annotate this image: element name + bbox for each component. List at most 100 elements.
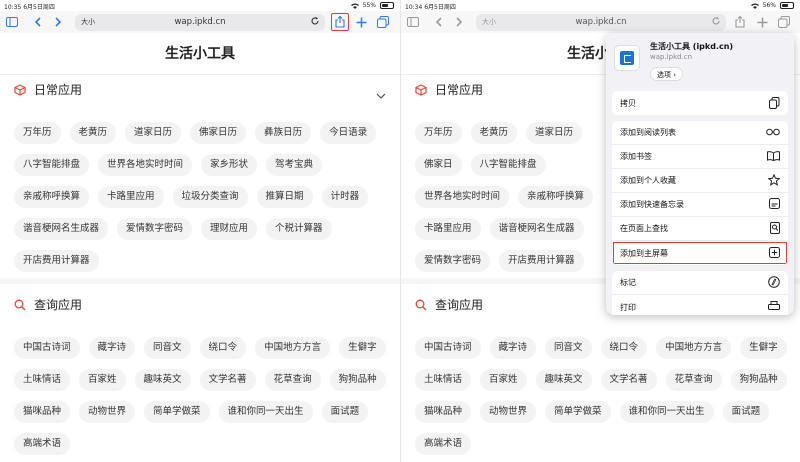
address-bar[interactable]: 大小 wap.ipkd.cn [75, 14, 325, 31]
tool-chip[interactable]: 八字智能排盘 [470, 154, 546, 176]
tool-chip[interactable]: 高端术语 [14, 433, 71, 455]
tool-chip[interactable]: 谐音梗网名生成器 [489, 218, 584, 240]
tool-chip[interactable]: 藏字诗 [489, 337, 537, 359]
tool-chip[interactable]: 趣味英文 [134, 369, 191, 391]
options-button[interactable]: 选项 › [650, 67, 684, 81]
tool-chip[interactable]: 爱情数字密码 [415, 250, 491, 272]
tool-chip[interactable]: 佛家日 [415, 154, 462, 176]
copy-action[interactable]: 拷贝 [612, 91, 788, 115]
tool-chip[interactable]: 卡路里应用 [98, 186, 164, 208]
tool-chip[interactable]: 生僻字 [339, 337, 386, 359]
tool-chip[interactable]: 万年历 [415, 122, 462, 144]
tool-chip[interactable]: 推算日期 [256, 186, 313, 208]
tool-chip[interactable]: 百家姓 [79, 369, 126, 391]
tool-chip[interactable]: 花草查询 [665, 369, 722, 391]
tool-chip[interactable]: 谐音梗网名生成器 [14, 218, 109, 240]
new-tab-icon[interactable] [353, 14, 369, 30]
tool-chip[interactable]: 中国地方方言 [255, 337, 331, 359]
tool-chip[interactable]: 中国古诗词 [415, 337, 481, 359]
section-divider [0, 278, 400, 284]
tool-chip[interactable]: 个税计算器 [266, 218, 332, 240]
forward-icon[interactable] [50, 14, 66, 30]
tool-chip[interactable]: 趣味英文 [535, 369, 592, 391]
new-tab-icon[interactable] [754, 14, 770, 30]
tool-chip[interactable]: 道家日历 [125, 122, 182, 144]
tool-chip[interactable]: 藏字诗 [88, 337, 136, 359]
tool-chip[interactable]: 亲戚称呼换算 [14, 186, 90, 208]
tool-chip[interactable]: 绕口令 [600, 337, 648, 359]
tool-chip[interactable]: 狗狗品种 [730, 369, 787, 391]
tool-chip[interactable]: 世界各地实时时间 [415, 186, 510, 208]
section-daily-header[interactable]: 日常应用 [14, 81, 82, 98]
tool-chip[interactable]: 开店费用计算器 [14, 250, 99, 272]
tool-chip[interactable]: 同音文 [545, 337, 592, 359]
tool-chip[interactable]: 花草查询 [264, 369, 321, 391]
tool-chip[interactable]: 理财应用 [201, 218, 258, 240]
reload-icon[interactable] [310, 16, 320, 28]
tool-chip[interactable]: 动物世界 [480, 401, 537, 423]
tool-chip[interactable]: 绕口令 [199, 337, 247, 359]
tool-chip[interactable]: 家乡形状 [201, 154, 258, 176]
tool-chip[interactable]: 面试题 [722, 401, 770, 423]
tool-chip[interactable]: 今日语录 [320, 122, 377, 144]
add-to-favorites-action[interactable]: 添加到个人收藏 [612, 169, 788, 193]
tool-chip[interactable]: 佛家日历 [190, 122, 247, 144]
add-bookmark-action[interactable]: 添加书签 [612, 145, 788, 169]
back-icon[interactable] [30, 14, 46, 30]
print-action[interactable]: 打印 [612, 295, 788, 315]
section-daily-header[interactable]: 日常应用 [415, 81, 483, 98]
add-to-home-screen-action[interactable]: 添加到主屏幕 [612, 241, 788, 265]
chevron-down-icon[interactable] [376, 84, 386, 103]
sidebar-icon[interactable] [405, 14, 421, 30]
back-icon[interactable] [431, 14, 447, 30]
tool-chip[interactable]: 开店费用计算器 [499, 250, 584, 272]
address-bar[interactable]: 大小 wap.ipkd.cn [476, 14, 726, 31]
tool-chip[interactable]: 猫咪品种 [415, 401, 472, 423]
tool-chip[interactable]: 彝族日历 [255, 122, 312, 144]
tool-chip[interactable]: 土味情话 [14, 369, 71, 391]
tool-chip[interactable]: 卡路里应用 [415, 218, 481, 240]
tool-chip[interactable]: 土味情话 [415, 369, 472, 391]
add-to-quick-note-action[interactable]: 添加到快速备忘录 [612, 193, 788, 217]
tool-chip[interactable]: 垃圾分类查询 [172, 186, 248, 208]
tool-chip[interactable]: 老黄历 [470, 122, 518, 144]
tool-chip[interactable]: 八字智能排盘 [14, 154, 90, 176]
tool-chip[interactable]: 高端术语 [415, 433, 472, 455]
tool-chip[interactable]: 道家日历 [526, 122, 583, 144]
tool-chip[interactable]: 计时器 [321, 186, 369, 208]
share-icon[interactable] [331, 13, 349, 31]
tabs-overview-icon[interactable] [776, 14, 792, 30]
tool-chip[interactable]: 狗狗品种 [329, 369, 386, 391]
add-to-reading-list-action[interactable]: 添加到阅读列表 [612, 121, 788, 145]
tool-chip[interactable]: 动物世界 [79, 401, 136, 423]
share-icon[interactable] [732, 14, 748, 30]
tool-chip[interactable]: 文学名著 [600, 369, 657, 391]
markup-action[interactable]: 标记 [612, 271, 788, 295]
tool-chip[interactable]: 老黄历 [69, 122, 117, 144]
forward-icon[interactable] [451, 14, 467, 30]
section-query-header[interactable]: 查询应用 [415, 296, 483, 313]
find-on-page-action[interactable]: 在页面上查找 [612, 217, 788, 241]
sidebar-icon[interactable] [4, 14, 20, 30]
tool-chip[interactable]: 同音文 [144, 337, 191, 359]
tool-chip[interactable]: 百家姓 [480, 369, 527, 391]
tool-chip[interactable]: 谁和你同一天出生 [218, 401, 313, 423]
tool-chip[interactable]: 万年历 [14, 122, 61, 144]
reload-icon[interactable] [711, 16, 721, 28]
tool-chip[interactable]: 中国古诗词 [14, 337, 80, 359]
tool-chip[interactable]: 亲戚称呼换算 [518, 186, 594, 208]
tool-chip[interactable]: 谁和你同一天出生 [619, 401, 714, 423]
tool-chip[interactable]: 中国地方方言 [656, 337, 732, 359]
tool-chip[interactable]: 文学名著 [199, 369, 256, 391]
section-query-header[interactable]: 查询应用 [14, 296, 82, 313]
tool-chip[interactable]: 爱情数字密码 [117, 218, 193, 240]
tabs-overview-icon[interactable] [375, 14, 391, 30]
browser-toolbar: 大小 wap.ipkd.cn [0, 11, 400, 33]
tool-chip[interactable]: 简单学做菜 [144, 401, 210, 423]
tool-chip[interactable]: 驾考宝典 [266, 154, 323, 176]
tool-chip[interactable]: 世界各地实时时间 [98, 154, 193, 176]
tool-chip[interactable]: 猫咪品种 [14, 401, 71, 423]
tool-chip[interactable]: 生僻字 [740, 337, 787, 359]
tool-chip[interactable]: 简单学做菜 [545, 401, 611, 423]
tool-chip[interactable]: 面试题 [321, 401, 369, 423]
